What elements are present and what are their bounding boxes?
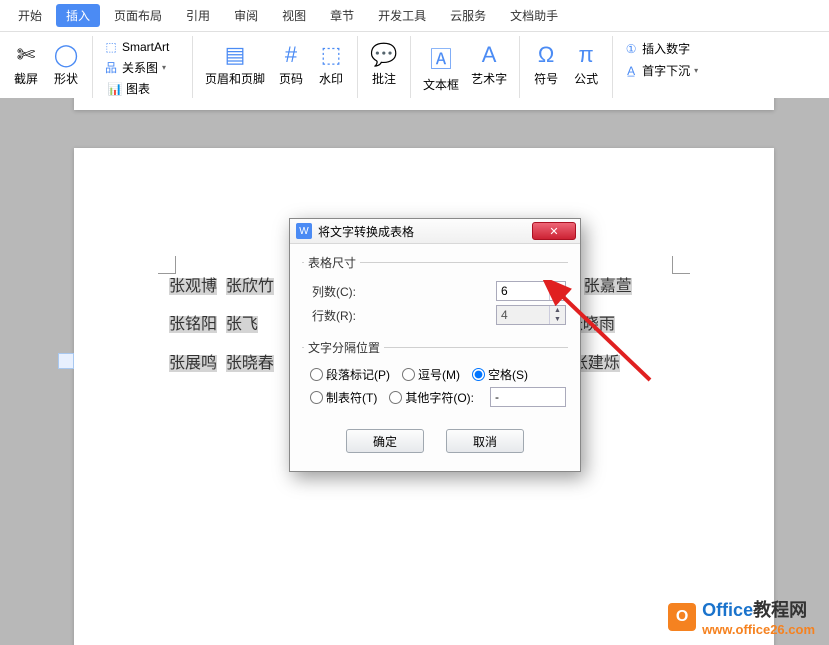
smartart-button[interactable]: ⬚SmartArt [99,38,186,56]
other-char-input[interactable] [490,387,566,407]
spinner-up: ▲ [550,306,565,315]
fieldset-legend: 表格尺寸 [304,254,360,271]
rows-input [497,306,549,324]
menu-cloud[interactable]: 云服务 [440,4,496,27]
omega-icon: Ω [538,42,554,68]
chart-icon: 📊 [107,82,123,96]
dialog-titlebar[interactable]: W 将文字转换成表格 ✕ [290,219,580,244]
spinner-down: ▼ [550,315,565,324]
scissors-icon: ✄ [17,42,35,68]
cols-spinner[interactable]: ▲▼ [496,281,566,301]
app-icon: W [296,223,312,239]
radio-space[interactable]: 空格(S) [472,366,528,383]
screenshot-button[interactable]: ✄ 截屏 [6,38,46,91]
previous-page [74,98,774,110]
number-icon: ① [623,42,639,56]
ok-button[interactable]: 确定 [346,429,424,453]
watermark-icon: ⬚ [321,42,342,68]
relation-button[interactable]: 品关系图▾ [99,57,186,78]
menu-view[interactable]: 视图 [272,4,316,27]
dropcap-button[interactable]: A̲首字下沉▾ [619,60,702,81]
menubar: 开始 插入 页面布局 引用 审阅 视图 章节 开发工具 云服务 文档助手 [0,0,829,32]
menu-sections[interactable]: 章节 [320,4,364,27]
menu-doc-assistant[interactable]: 文档助手 [500,4,568,27]
watermark: O Office教程网 www.office26.com [668,596,815,637]
symbol-button[interactable]: Ω符号 [526,38,566,91]
wordart-icon: A [482,42,497,68]
header-footer-icon: ▤ [225,42,246,68]
page-number-icon: # [285,42,297,68]
shapes-icon: ◯ [54,42,79,68]
comment-button[interactable]: 💬批注 [364,38,404,91]
menu-references[interactable]: 引用 [176,4,220,27]
comment-icon: 💬 [370,42,397,68]
cols-label: 列数(C): [312,283,370,300]
rows-label: 行数(R): [312,307,370,324]
cols-input[interactable] [497,282,549,300]
textbox-icon: 🄰 [430,42,452,74]
label: 形状 [54,70,78,87]
radio-paragraph[interactable]: 段落标记(P) [310,366,390,383]
rows-spinner: ▲▼ [496,305,566,325]
radio-comma[interactable]: 逗号(M) [402,366,460,383]
convert-text-to-table-dialog: W 将文字转换成表格 ✕ 表格尺寸 列数(C): ▲▼ 行数(R): ▲▼ [289,218,581,472]
pi-icon: π [578,42,593,68]
menu-insert[interactable]: 插入 [56,4,100,27]
header-footer-button[interactable]: ▤页眉和页脚 [199,38,271,91]
radio-tab[interactable]: 制表符(T) [310,389,377,406]
spinner-down[interactable]: ▼ [550,291,565,300]
chart-button[interactable]: 📊图表 [103,78,186,99]
margin-corner [158,256,176,274]
wordart-button[interactable]: A艺术字 [465,38,513,97]
relation-icon: 品 [103,59,119,76]
smartart-icon: ⬚ [103,40,119,54]
close-button[interactable]: ✕ [532,222,576,240]
spinner-up[interactable]: ▲ [550,282,565,291]
fieldset-legend: 文字分隔位置 [304,339,384,356]
cancel-button[interactable]: 取消 [446,429,524,453]
margin-corner [672,256,690,274]
equation-button[interactable]: π公式 [566,38,606,91]
watermark-button[interactable]: ⬚水印 [311,38,351,91]
page-number-button[interactable]: #页码 [271,38,311,91]
shapes-button[interactable]: ◯ 形状 [46,38,86,91]
watermark-url: www.office26.com [702,622,815,637]
menu-devtools[interactable]: 开发工具 [368,4,436,27]
section-marker-icon[interactable] [58,353,74,369]
menu-page-layout[interactable]: 页面布局 [104,4,172,27]
radio-other[interactable]: 其他字符(O): [389,389,474,406]
table-size-fieldset: 表格尺寸 列数(C): ▲▼ 行数(R): ▲▼ [302,254,568,331]
dropcap-icon: A̲ [623,64,639,78]
menu-start[interactable]: 开始 [8,4,52,27]
dialog-title: 将文字转换成表格 [318,223,532,240]
chevron-down-icon: ▾ [162,63,166,72]
label: 截屏 [14,70,38,87]
chevron-down-icon: ▾ [694,66,698,75]
menu-review[interactable]: 审阅 [224,4,268,27]
separator-fieldset: 文字分隔位置 段落标记(P) 逗号(M) 空格(S) 制表符(T) 其他字符(O… [302,339,568,413]
insert-number-button[interactable]: ①插入数字 [619,38,702,59]
office-logo-icon: O [668,603,696,631]
textbox-button[interactable]: 🄰文本框 [417,38,465,97]
